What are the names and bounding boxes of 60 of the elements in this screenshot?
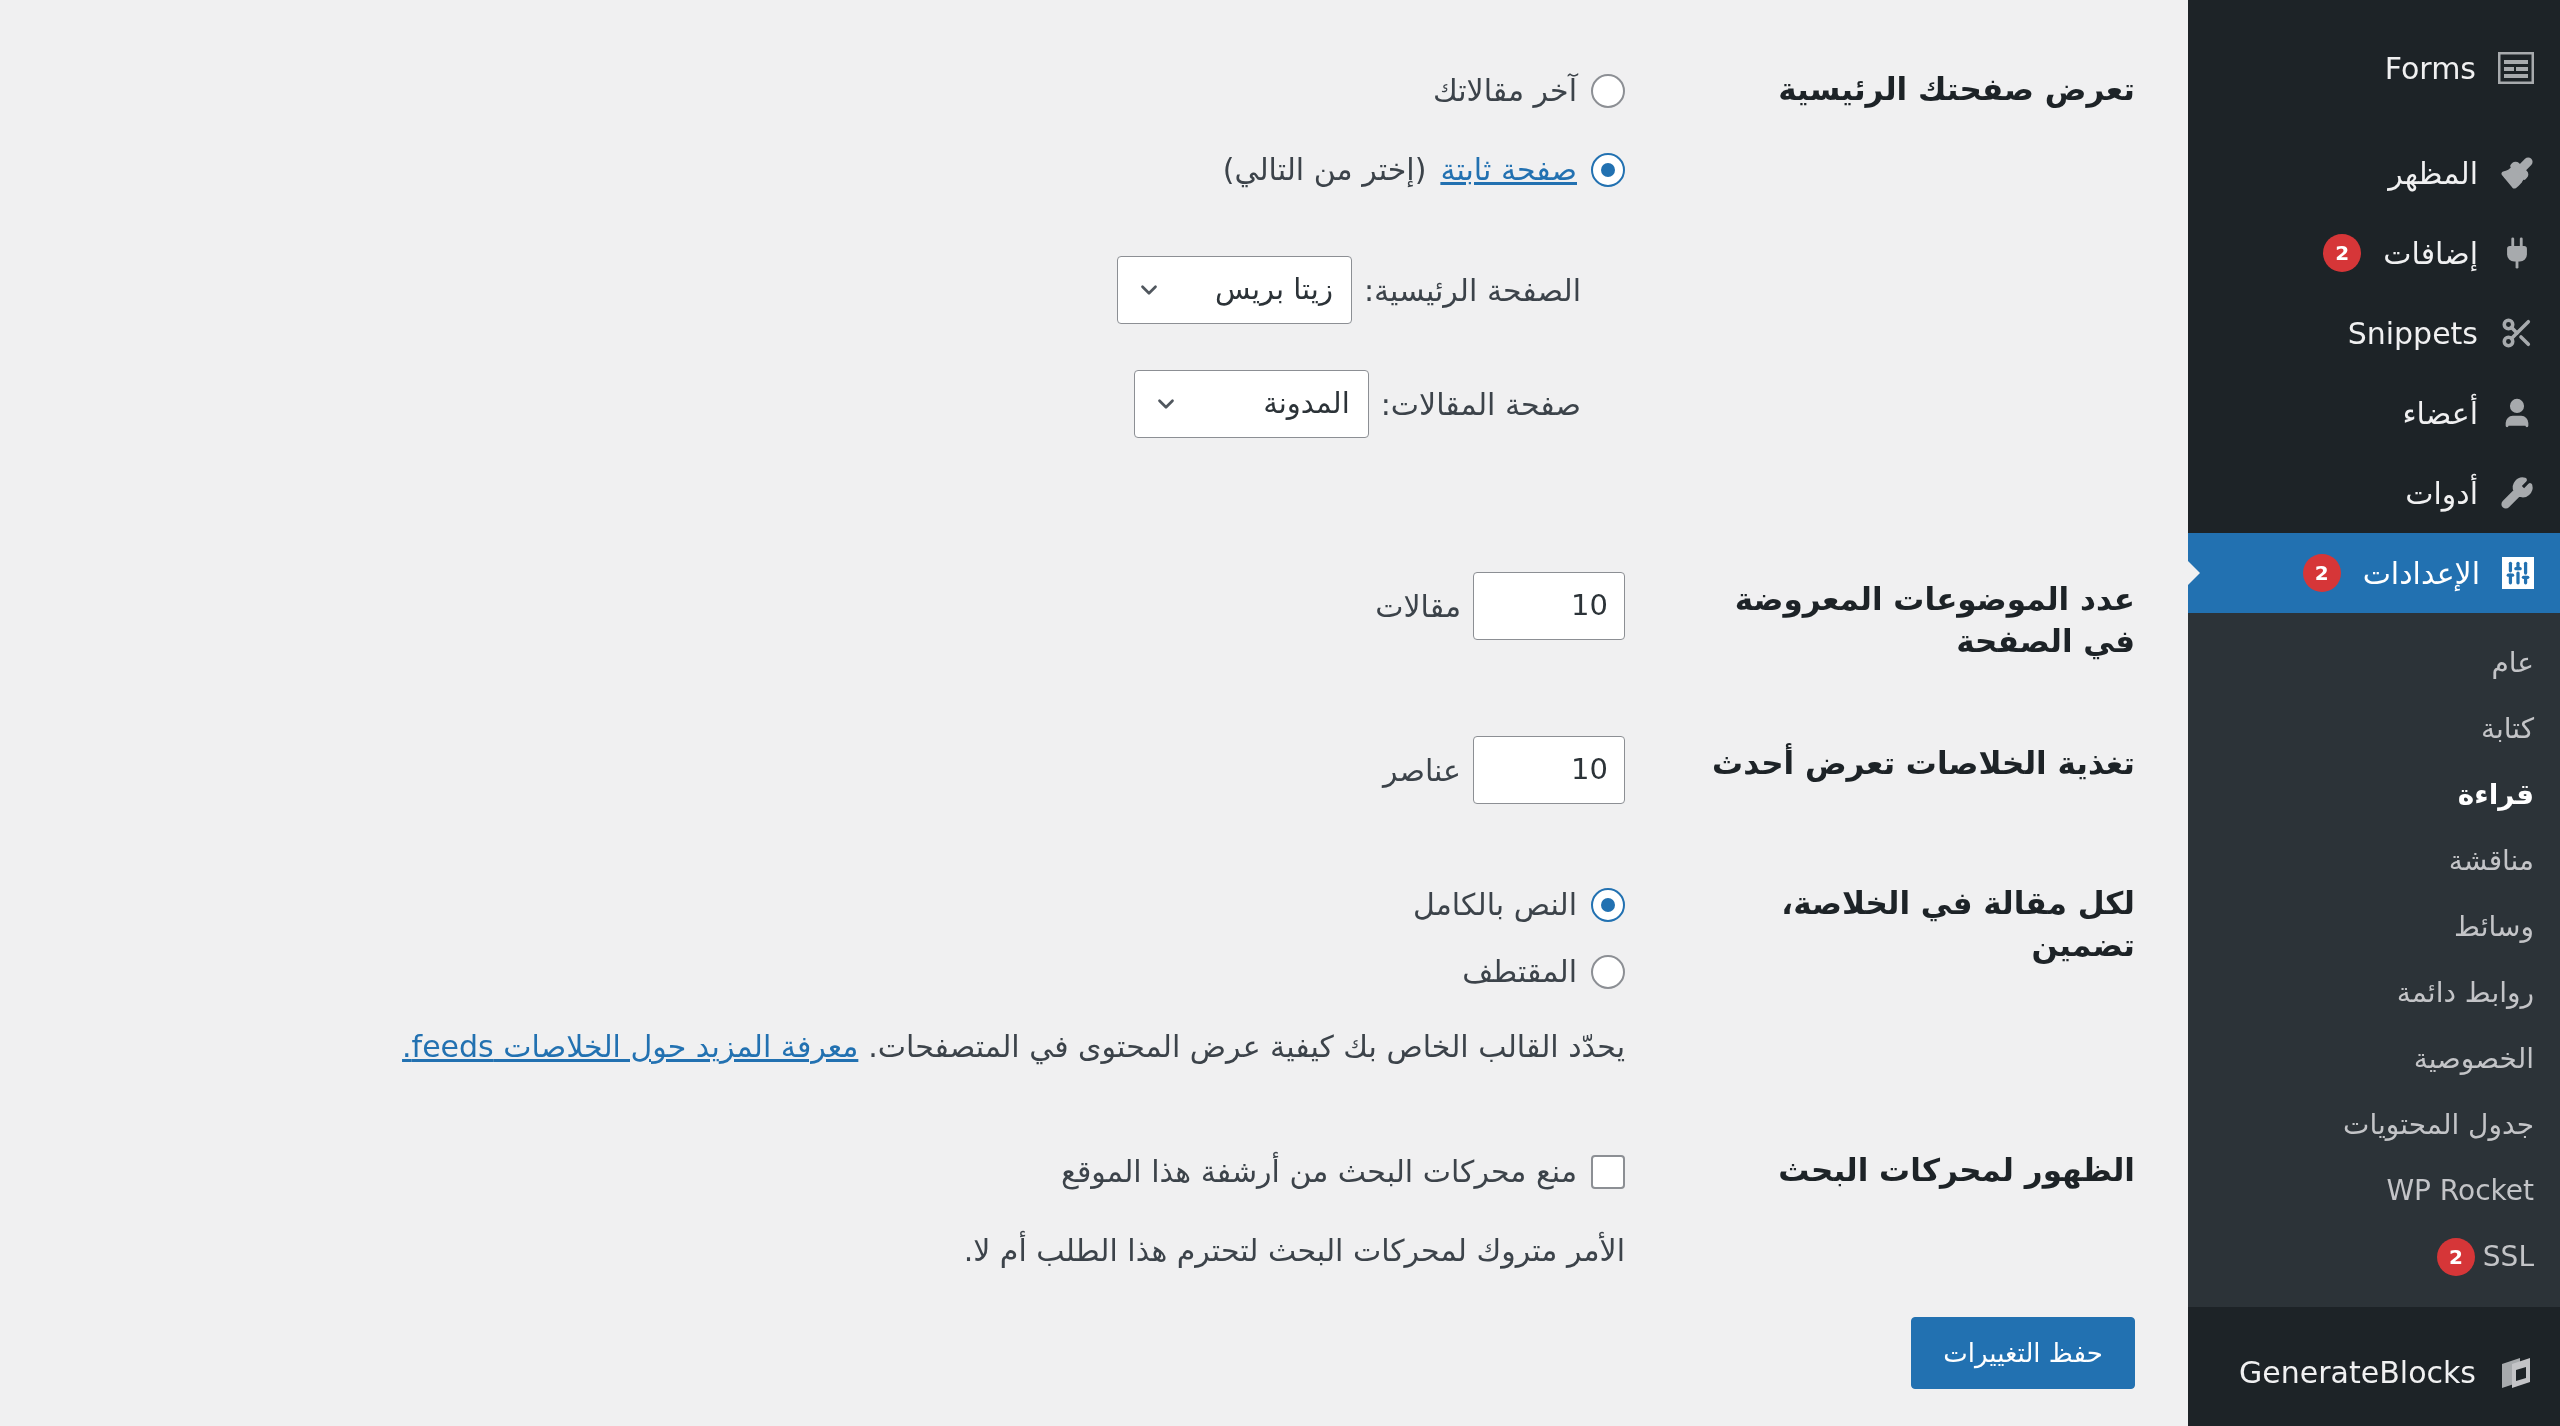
submenu-item[interactable]: مناقشة bbox=[2448, 840, 2534, 882]
select-label: صفحة المقالات: bbox=[1380, 385, 1581, 424]
submenu-item[interactable]: وسائط bbox=[2454, 906, 2534, 948]
feeds-link[interactable]: معرفة المزيد حول الخلاصات feeds. bbox=[402, 1024, 859, 1069]
select-label: الصفحة الرئيسية: bbox=[1363, 271, 1581, 310]
page-dropdown[interactable]: زيتا بريس bbox=[1116, 256, 1352, 324]
menu-label: أعضاء bbox=[2402, 392, 2478, 433]
sidebar-menu-item[interactable]: أدوات bbox=[2188, 453, 2560, 533]
settings-icon bbox=[2502, 557, 2534, 589]
option-label: المقتطف bbox=[1462, 953, 1577, 991]
setting-label: تعرض صفحتك الرئيسية bbox=[1777, 70, 2135, 110]
static-page-link[interactable]: صفحة ثابتة bbox=[1440, 147, 1577, 192]
menu-label: Forms bbox=[2384, 49, 2476, 88]
save-button[interactable]: حفظ التغييرات bbox=[1911, 1317, 2135, 1389]
form-icon bbox=[2498, 52, 2534, 84]
submenu-item[interactable]: كتابة bbox=[2480, 708, 2534, 750]
radio-button[interactable] bbox=[1591, 152, 1625, 187]
number-field[interactable]: 10 bbox=[1473, 736, 1625, 804]
radio-button[interactable] bbox=[1591, 954, 1625, 989]
sidebar-menu-item[interactable]: GenerateBlocks bbox=[2188, 1332, 2560, 1412]
submenu-item[interactable]: جدول المحتويات bbox=[2343, 1104, 2534, 1146]
submenu-item[interactable]: روابط دائمة bbox=[2396, 972, 2534, 1014]
sidebar-menu-item[interactable]: Snippets bbox=[2188, 293, 2560, 373]
menu-label: المظهر bbox=[2388, 154, 2478, 194]
setting-label: عدد الموضوعات المعروضة في الصفحة bbox=[1733, 580, 2135, 662]
current-menu-pointer bbox=[2188, 561, 2200, 585]
unit-label: عناصر bbox=[1382, 751, 1461, 790]
number-field[interactable]: 10 bbox=[1473, 572, 1625, 640]
menu-label: إضافات bbox=[2383, 234, 2478, 273]
sidebar-menu-item[interactable]: أعضاء bbox=[2188, 373, 2560, 453]
option-label: النص بالكامل bbox=[1413, 886, 1577, 924]
count-badge: 2 bbox=[2436, 1238, 2475, 1276]
setting-label: الظهور لمحركات البحث bbox=[1777, 1151, 2135, 1191]
menu-label: أدوات bbox=[2405, 472, 2478, 514]
help-text: يحدّد القالب الخاص بك كيفية عرض المحتوى في المتصفحات. bbox=[868, 1028, 1625, 1067]
option-label: آخر مقالاتك bbox=[1432, 72, 1577, 110]
radio-button[interactable] bbox=[1591, 73, 1625, 108]
count-badge: 2 bbox=[2323, 234, 2362, 272]
sidebar-menu-item[interactable]: Forms bbox=[2188, 28, 2560, 108]
help-text: الأمر متروك لمحركات البحث لتحترم هذا الطلب أم لا. bbox=[962, 1230, 1625, 1271]
unit-label: مقالات bbox=[1375, 587, 1461, 626]
checkbox-label: منع محركات البحث من أرشفة هذا الموقع bbox=[1061, 1151, 1577, 1192]
count-badge: 2 bbox=[2302, 554, 2341, 592]
menu-label: Snippets bbox=[2347, 314, 2478, 353]
setting-label: لكل مقالة في الخلاصة، تضمين bbox=[1780, 884, 2135, 966]
menu-label: GenerateBlocks bbox=[2239, 1353, 2476, 1392]
paintbrush-icon bbox=[2500, 156, 2534, 190]
sidebar-menu-item[interactable]: المظهر bbox=[2188, 133, 2560, 213]
submenu-item[interactable]: WP Rocket bbox=[2386, 1170, 2534, 1212]
option-label: (إختر من التالي) bbox=[1222, 151, 1427, 190]
setting-label: تغذية الخلاصات تعرض أحدث bbox=[1711, 742, 2135, 784]
menu-label: الإعدادات bbox=[2362, 554, 2480, 593]
radio-button[interactable] bbox=[1591, 887, 1625, 922]
submenu-item[interactable]: الخصوصية bbox=[2413, 1038, 2534, 1080]
submenu-item[interactable]: عام bbox=[2491, 642, 2534, 684]
page-dropdown[interactable]: المدونة bbox=[1133, 370, 1369, 438]
submenu-item[interactable]: قراءة bbox=[2457, 774, 2534, 816]
checkbox[interactable] bbox=[1591, 1154, 1625, 1189]
submenu-item[interactable]: SSL bbox=[2482, 1236, 2534, 1278]
wrench-icon bbox=[2500, 476, 2534, 510]
